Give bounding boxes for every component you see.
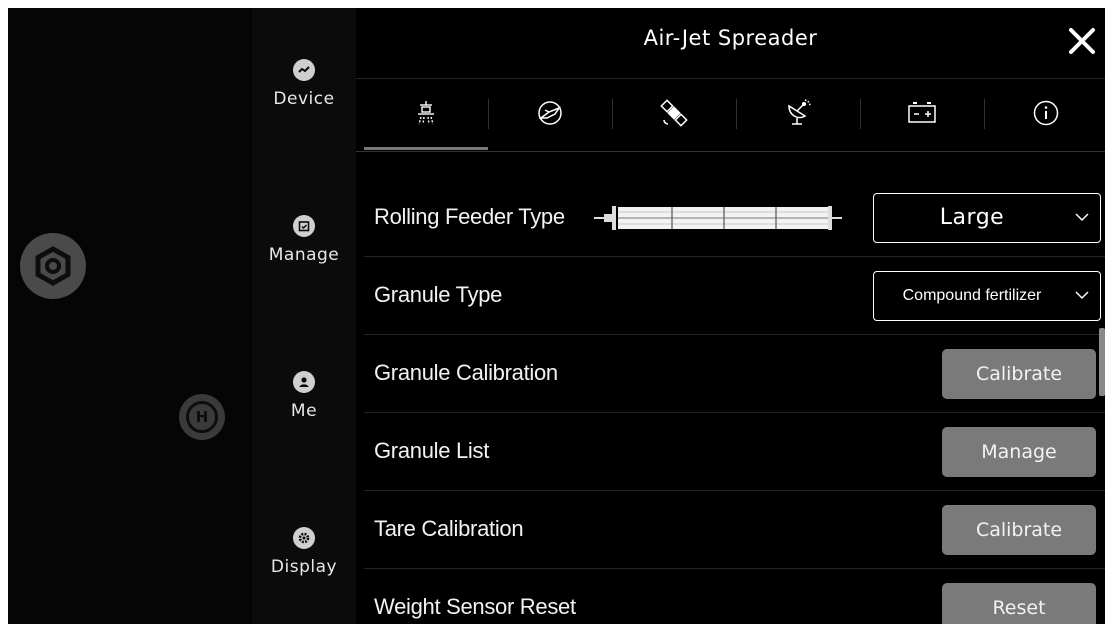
row-label: Granule Type xyxy=(374,282,503,307)
tab-bar xyxy=(356,78,1105,152)
chevron-down-icon xyxy=(1074,287,1090,303)
sidebar: Device Manage Me Display xyxy=(252,8,356,624)
app-frame: H Device Manage Me Display Air-Jet Sprea… xyxy=(8,8,1105,624)
aircraft-icon xyxy=(535,98,565,132)
sidebar-item-device[interactable]: Device xyxy=(252,59,356,109)
row-label: Granule List xyxy=(374,438,490,463)
row-label: Granule Calibration xyxy=(374,360,558,385)
row-granule-calibration: Granule Calibration Calibrate xyxy=(364,334,1105,413)
granule-manage-button[interactable]: Manage xyxy=(942,427,1096,477)
satellite-icon xyxy=(659,98,689,132)
row-granule-list: Granule List Manage xyxy=(364,412,1105,491)
tab-info[interactable] xyxy=(984,79,1105,151)
row-weight-sensor-reset: Weight Sensor Reset Reset xyxy=(364,568,1105,624)
active-tab-indicator xyxy=(364,147,488,150)
display-icon xyxy=(293,527,315,549)
tab-spreader[interactable] xyxy=(364,79,488,151)
sidebar-item-label: Manage xyxy=(268,245,340,265)
row-label: Rolling Feeder Type xyxy=(374,204,565,229)
sidebar-item-display[interactable]: Display xyxy=(252,527,356,577)
page-title: Air-Jet Spreader xyxy=(643,26,818,50)
tab-radar[interactable] xyxy=(736,79,860,151)
granule-calibrate-button[interactable]: Calibrate xyxy=(942,349,1096,399)
tab-aircraft[interactable] xyxy=(488,79,612,151)
sidebar-item-label: Me xyxy=(290,401,318,421)
user-icon xyxy=(293,371,315,393)
settings-hex-icon[interactable] xyxy=(20,233,86,299)
chevron-down-icon xyxy=(1074,209,1090,225)
row-label: Tare Calibration xyxy=(374,516,524,541)
rolling-feeder-image xyxy=(592,203,842,237)
weight-sensor-reset-button[interactable]: Reset xyxy=(942,583,1096,624)
row-tare-calibration: Tare Calibration Calibrate xyxy=(364,490,1105,569)
home-point-icon[interactable]: H xyxy=(179,394,225,440)
backdrop xyxy=(8,8,252,624)
sidebar-item-me[interactable]: Me xyxy=(252,371,356,421)
row-granule-type: Granule Type Compound fertilizer xyxy=(364,256,1105,335)
info-icon xyxy=(1032,99,1060,131)
spreader-icon xyxy=(412,99,440,131)
rolling-feeder-select[interactable]: Large xyxy=(873,193,1101,243)
device-icon xyxy=(293,59,315,81)
close-icon[interactable] xyxy=(1067,26,1097,56)
manage-icon xyxy=(293,215,315,237)
radar-icon xyxy=(783,98,813,132)
row-rolling-feeder-type: Rolling Feeder Type Large xyxy=(364,178,1105,257)
tab-battery[interactable] xyxy=(860,79,984,151)
tab-satellite[interactable] xyxy=(612,79,736,151)
row-label: Weight Sensor Reset xyxy=(374,594,576,619)
granule-type-select[interactable]: Compound fertilizer xyxy=(873,271,1101,321)
sidebar-item-label: Display xyxy=(270,557,338,577)
sidebar-item-manage[interactable]: Manage xyxy=(252,215,356,265)
battery-icon xyxy=(906,100,938,130)
sidebar-item-label: Device xyxy=(273,89,335,109)
tare-calibrate-button[interactable]: Calibrate xyxy=(942,505,1096,555)
settings-panel: Air-Jet Spreader Rolling Feeder Type Lar… xyxy=(356,8,1105,624)
selected-value: Large xyxy=(939,205,1005,230)
selected-value: Compound fertilizer xyxy=(902,287,1042,304)
scrollbar[interactable] xyxy=(1099,328,1105,396)
